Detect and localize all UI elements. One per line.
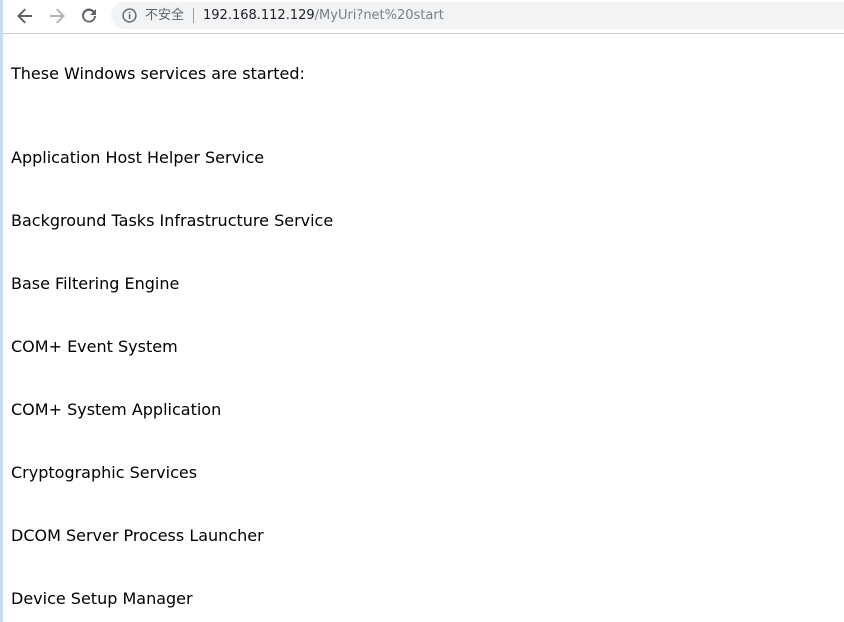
- forward-button[interactable]: [45, 4, 69, 28]
- service-item: Application Host Helper Service: [11, 148, 265, 167]
- url-host: 192.168.112.129: [203, 8, 315, 23]
- intro-text: These Windows services are started:: [11, 64, 305, 83]
- reload-icon: [82, 8, 96, 23]
- browser-window: 不安全 192.168.112.129/MyUri?net%20start Th…: [0, 0, 844, 622]
- url-path: /MyUri?net%20start: [314, 8, 444, 23]
- arrow-left-icon: [17, 8, 32, 24]
- service-item: COM+ System Application: [11, 400, 222, 419]
- security-label[interactable]: 不安全: [145, 7, 184, 24]
- url-text[interactable]: 192.168.112.129/MyUri?net%20start: [203, 7, 444, 24]
- info-icon[interactable]: [122, 8, 137, 23]
- reload-button[interactable]: [77, 4, 101, 28]
- arrow-right-icon: [50, 8, 65, 24]
- window-left-edge: [0, 0, 3, 622]
- service-item: COM+ Event System: [11, 337, 178, 356]
- service-item: Device Setup Manager: [11, 589, 193, 608]
- omnibox-divider: [193, 8, 194, 23]
- service-item: Base Filtering Engine: [11, 274, 180, 293]
- service-item: DCOM Server Process Launcher: [11, 526, 264, 545]
- back-button[interactable]: [13, 4, 37, 28]
- service-item: Cryptographic Services: [11, 463, 198, 482]
- address-bar[interactable]: 不安全 192.168.112.129/MyUri?net%20start: [111, 2, 844, 29]
- browser-toolbar: 不安全 192.168.112.129/MyUri?net%20start: [0, 0, 844, 34]
- service-item: Background Tasks Infrastructure Service: [11, 211, 334, 230]
